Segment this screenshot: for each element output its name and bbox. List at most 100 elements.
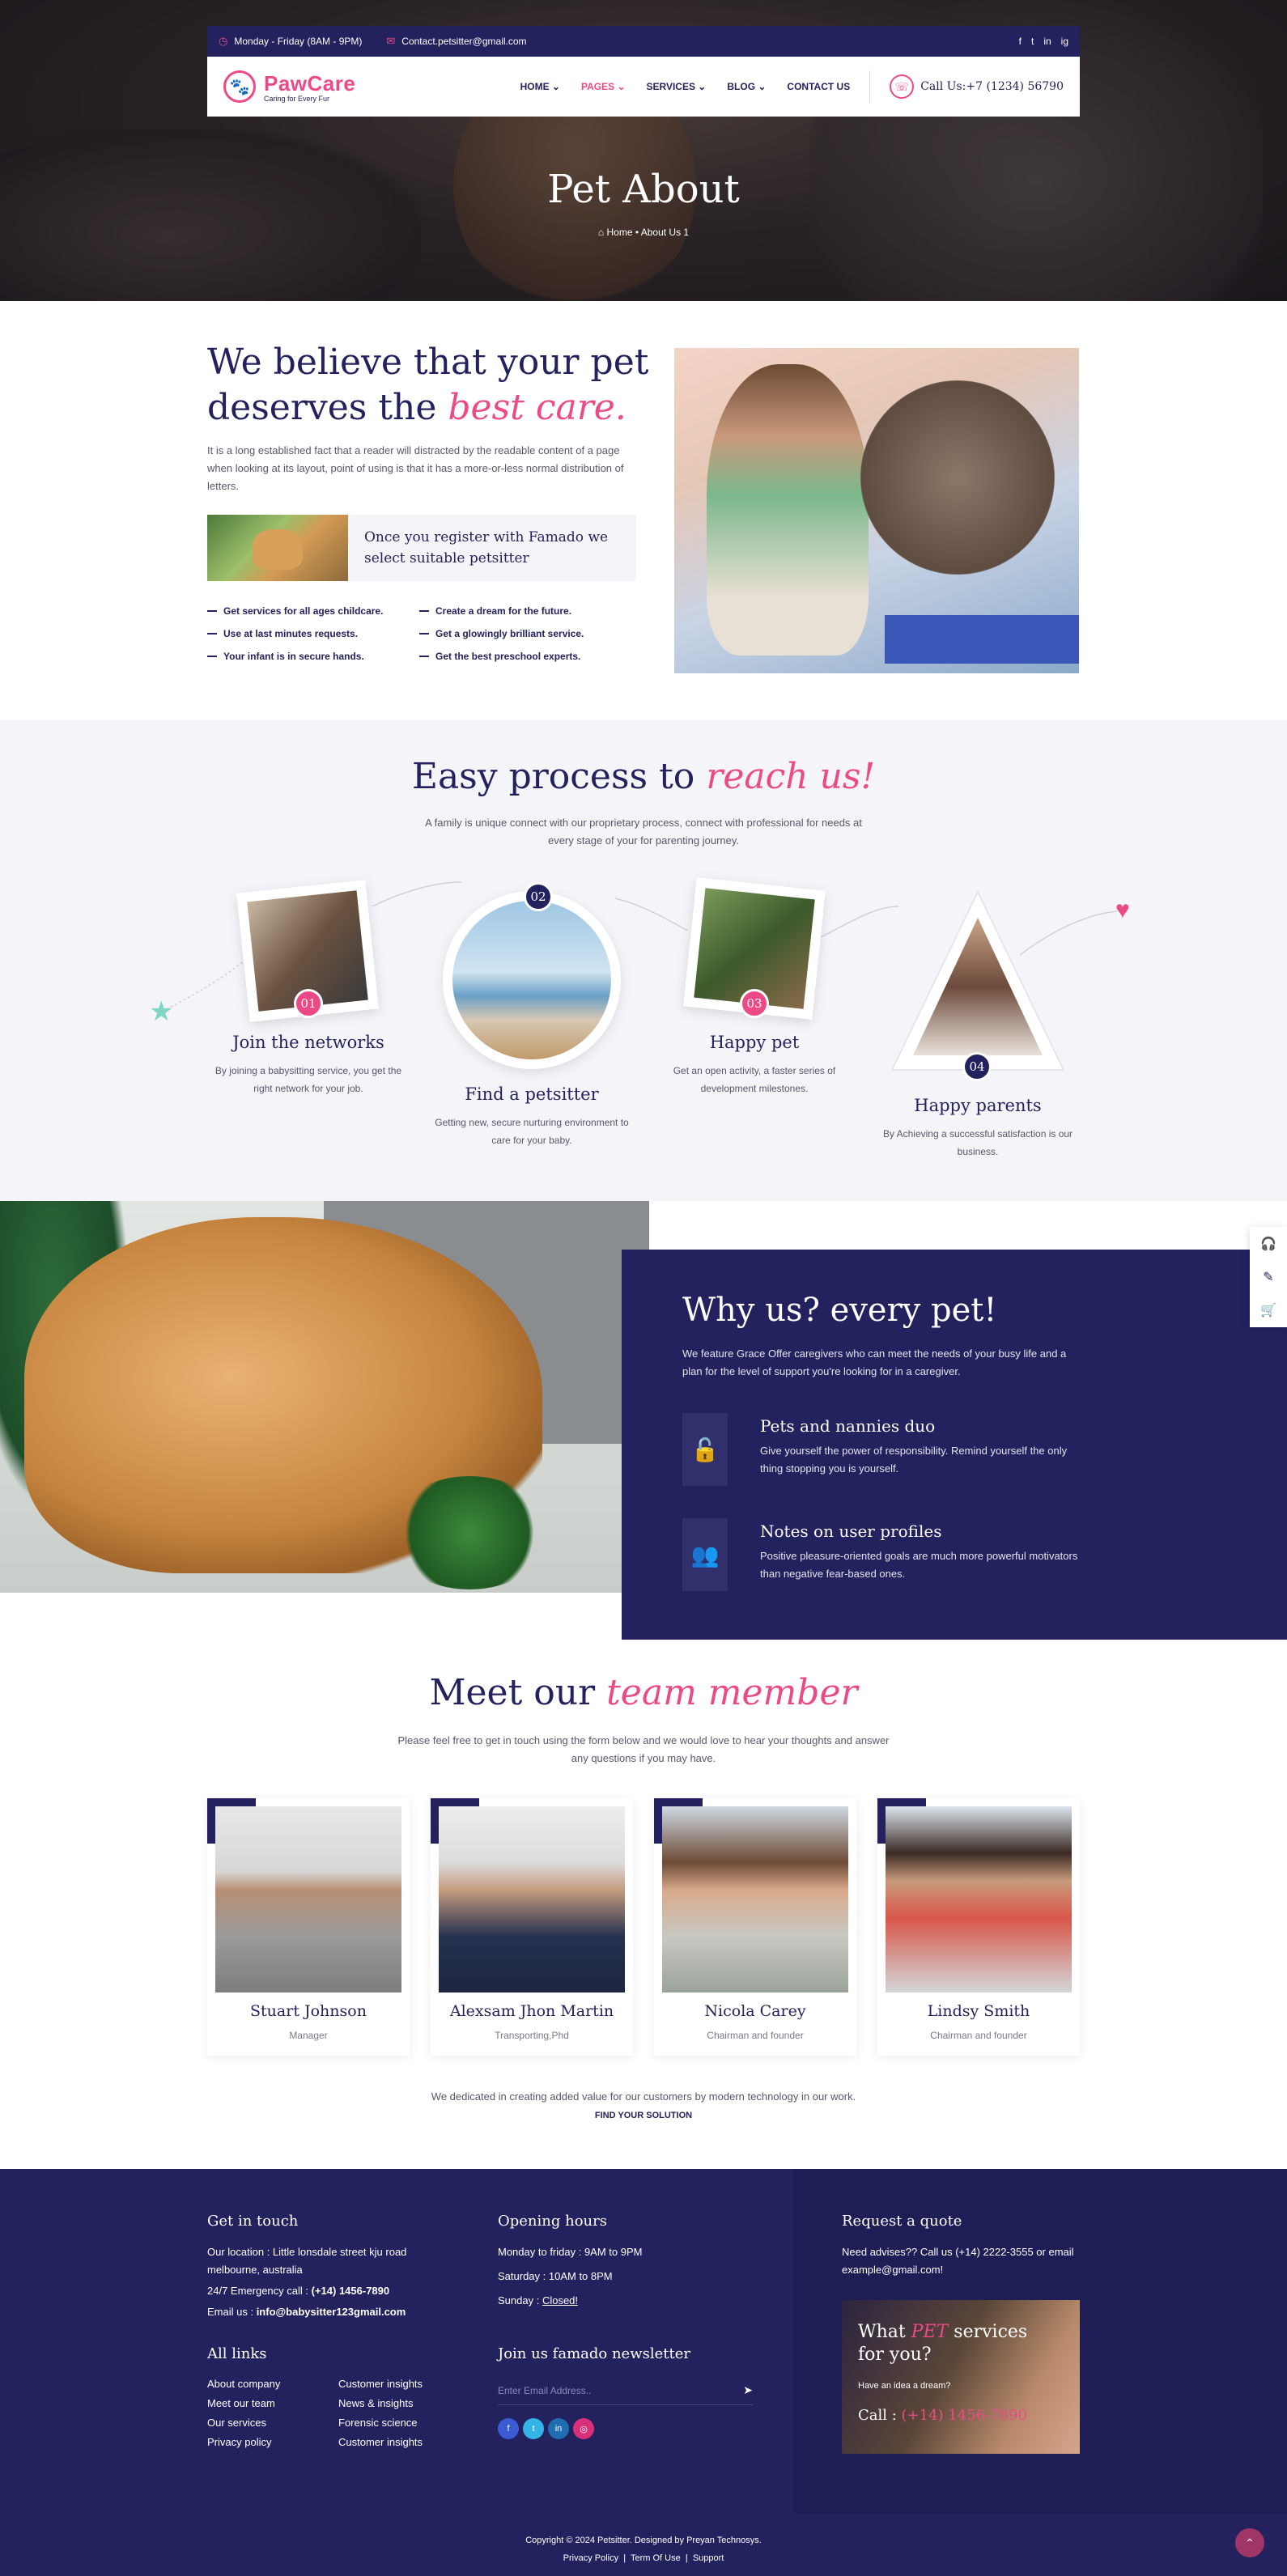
find-solution-link[interactable]: FIND YOUR SOLUTION bbox=[595, 2111, 692, 2120]
emergency-label: 24/7 Emergency call : bbox=[207, 2285, 312, 2297]
team-heading-emphasis: team member bbox=[606, 1672, 858, 1713]
member-photo bbox=[886, 1806, 1072, 1992]
process-paragraph: A family is unique connect with our prop… bbox=[425, 817, 862, 847]
member-photo bbox=[439, 1806, 625, 1992]
about-heading-line2: deserves the bbox=[207, 387, 448, 428]
why-heading: Why us? every pet! bbox=[682, 1292, 997, 1329]
footer bbox=[0, 2169, 1287, 2576]
promo-call: Call : (+14) 1456-7890 bbox=[858, 2407, 1027, 2424]
pencil-icon[interactable]: ✎ bbox=[1263, 1269, 1273, 1285]
register-dog-image bbox=[207, 515, 348, 581]
copyright: Copyright © 2024 Petsitter. Designed by … bbox=[525, 2536, 762, 2545]
scroll-to-top-button[interactable]: ⌃ bbox=[1235, 2528, 1264, 2557]
footer-link[interactable]: About company bbox=[207, 2378, 280, 2390]
instagram-icon[interactable]: ◎ bbox=[573, 2418, 594, 2439]
email-info[interactable]: ✉ Contact.petsitter@gmail.com bbox=[386, 35, 526, 48]
footer-heading: Get in touch bbox=[207, 2213, 299, 2230]
member-role: Transporting,Phd bbox=[495, 2030, 569, 2041]
footer-location: Our location : Little lonsdale street kj… bbox=[207, 2246, 407, 2276]
about-heading-emphasis: best care. bbox=[448, 387, 627, 428]
team-card[interactable]: Lindsy Smith Chairman and founder bbox=[877, 1798, 1080, 2056]
team-card[interactable]: Alexsam Jhon Martin Transporting,Phd bbox=[431, 1798, 633, 2056]
team-card[interactable]: Stuart Johnson Manager bbox=[207, 1798, 410, 2056]
footer-links-col2: Customer insights News & insights Forens… bbox=[338, 2378, 423, 2448]
footer-link[interactable]: News & insights bbox=[338, 2397, 423, 2409]
checklist-item: Your infant is in secure hands. bbox=[207, 651, 419, 662]
member-role: Manager bbox=[289, 2030, 328, 2041]
linkedin-icon[interactable]: in bbox=[548, 2418, 569, 2439]
send-icon[interactable]: ➤ bbox=[743, 2383, 753, 2397]
about-checklist: Get services for all ages childcare. Cre… bbox=[207, 605, 636, 662]
email-link[interactable]: info@babysitter123gmail.com bbox=[257, 2306, 406, 2318]
footer-emergency: 24/7 Emergency call : (+14) 1456-7890 bbox=[207, 2282, 389, 2300]
twitter-icon[interactable]: t bbox=[1031, 36, 1034, 47]
checklist-item: Get services for all ages childcare. bbox=[207, 605, 419, 617]
promo-call-number[interactable]: (+14) 1456-7890 bbox=[902, 2407, 1027, 2424]
email-text[interactable]: Contact.petsitter@gmail.com bbox=[401, 36, 526, 47]
footer-heading: Join us famado newsletter bbox=[498, 2345, 690, 2362]
call-text: Call Us:+7 (1234) 56790 bbox=[920, 80, 1064, 93]
newsletter-email-input[interactable]: Enter Email Address.. ➤ bbox=[498, 2376, 753, 2405]
nav-item-contact[interactable]: CONTACT US bbox=[787, 81, 850, 92]
about-heading: We believe that your pet deserves the bes… bbox=[207, 340, 648, 431]
member-role: Chairman and founder bbox=[707, 2030, 804, 2041]
promo-banner[interactable]: What PET services for you? Have an idea … bbox=[842, 2300, 1080, 2454]
emergency-number[interactable]: (+14) 1456-7890 bbox=[312, 2285, 390, 2297]
footer-link[interactable]: Customer insights bbox=[338, 2378, 423, 2390]
headset-icon: ☏ bbox=[890, 74, 915, 99]
star-icon: ★ bbox=[149, 996, 174, 1027]
call-us[interactable]: ☏ Call Us:+7 (1234) 56790 bbox=[890, 74, 1064, 99]
feature-description: Give yourself the power of responsibilit… bbox=[760, 1445, 1068, 1475]
footer-heading: Opening hours bbox=[498, 2213, 607, 2230]
promo-title: What PET services for you? bbox=[858, 2321, 1044, 2366]
hours-line: Monday to friday : 9AM to 9PM bbox=[498, 2246, 643, 2258]
support-link[interactable]: Support bbox=[693, 2553, 724, 2563]
nav-item-pages[interactable]: PAGES ⌄ bbox=[581, 81, 626, 92]
team-paragraph: Please feel free to get in touch using t… bbox=[397, 1734, 890, 1764]
footer-link[interactable]: Forensic science bbox=[338, 2417, 423, 2429]
nav-item-blog[interactable]: BLOG ⌄ bbox=[727, 81, 766, 92]
footer-link[interactable]: Meet our team bbox=[207, 2397, 280, 2409]
footer-link[interactable]: Our services bbox=[207, 2417, 280, 2429]
team-note: We dedicated in creating added value for… bbox=[421, 2088, 866, 2124]
team-heading: Meet our team member bbox=[0, 1672, 1287, 1713]
breadcrumb-home[interactable]: Home bbox=[606, 227, 632, 238]
step-number-badge: 04 bbox=[962, 1052, 992, 1081]
clock-icon: ◷ bbox=[219, 35, 228, 47]
team-card[interactable]: Nicola Carey Chairman and founder bbox=[654, 1798, 856, 2056]
footer-link[interactable]: Privacy policy bbox=[207, 2436, 280, 2448]
instagram-icon[interactable]: ig bbox=[1061, 36, 1068, 47]
headset-icon[interactable]: 🎧 bbox=[1260, 1236, 1276, 1252]
step-number-badge: 01 bbox=[294, 989, 323, 1018]
twitter-icon[interactable]: t bbox=[523, 2418, 544, 2439]
step-title: Join the networks bbox=[232, 1033, 384, 1052]
register-callout: Once you register with Famado we select … bbox=[207, 515, 636, 581]
closed-text: Closed! bbox=[542, 2294, 579, 2307]
linkedin-icon[interactable]: in bbox=[1043, 36, 1051, 47]
lock-heart-icon: 🔓 bbox=[682, 1413, 728, 1486]
hours-line: Sunday : Closed! bbox=[498, 2292, 578, 2310]
site-logo[interactable]: 🐾 PawCare Caring for Every Fur bbox=[223, 70, 355, 103]
logo-name: PawCare bbox=[264, 70, 356, 95]
team-note-text: We dedicated in creating added value for… bbox=[431, 2090, 856, 2103]
checklist-item: Get a glowingly brilliant service. bbox=[419, 628, 631, 639]
promo-subtitle: Have an idea a dream? bbox=[858, 2381, 951, 2391]
nav-item-home[interactable]: HOME ⌄ bbox=[520, 81, 560, 92]
cart-icon[interactable]: 🛒 bbox=[1260, 1302, 1276, 1318]
privacy-link[interactable]: Privacy Policy bbox=[563, 2553, 618, 2563]
hours-text: Monday - Friday (8AM - 9PM) bbox=[234, 36, 363, 47]
nav-item-services[interactable]: SERVICES ⌄ bbox=[647, 81, 707, 92]
member-role: Chairman and founder bbox=[930, 2030, 1027, 2041]
hero-banner: ◷ Monday - Friday (8AM - 9PM) ✉ Contact.pe… bbox=[0, 0, 1287, 301]
facebook-icon[interactable]: f bbox=[498, 2418, 519, 2439]
footer-link[interactable]: Customer insights bbox=[338, 2436, 423, 2448]
mail-icon: ✉ bbox=[386, 35, 396, 47]
nav-menu: HOME ⌄ PAGES ⌄ SERVICES ⌄ BLOG ⌄ CONTACT… bbox=[520, 81, 851, 92]
facebook-icon[interactable]: f bbox=[1019, 36, 1022, 47]
process-heading: Easy process to reach us! bbox=[0, 756, 1287, 797]
top-info-bar: ◷ Monday - Friday (8AM - 9PM) ✉ Contact.pe… bbox=[207, 26, 1080, 57]
footer-links-col1: About company Meet our team Our services… bbox=[207, 2378, 280, 2448]
step-description: By joining a babysitting service, you ge… bbox=[214, 1065, 402, 1094]
checklist-item: Use at last minutes requests. bbox=[207, 628, 419, 639]
terms-link[interactable]: Term Of Use bbox=[631, 2553, 681, 2563]
